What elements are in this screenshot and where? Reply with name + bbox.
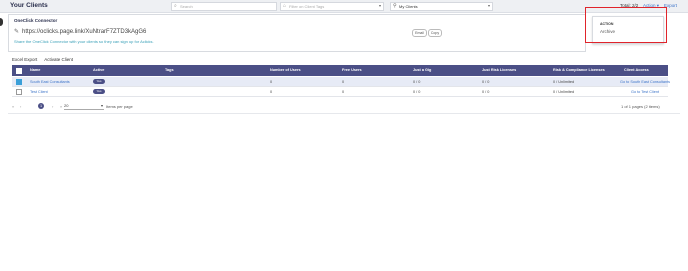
page-info: 1 of 1 pages (2 items) (621, 104, 660, 109)
first-page-icon[interactable]: « (12, 104, 14, 109)
column-header-free-users[interactable]: Free Users (342, 68, 362, 72)
excel-export-button[interactable]: Excel Export (12, 57, 37, 62)
gig-cell: 0 / 0 (413, 89, 421, 94)
active-toggle[interactable]: Yes (93, 78, 105, 84)
table-row[interactable]: Test Client Yes 0 0 0 / 0 0 / 0 0 / Unli… (12, 87, 668, 97)
free-users-cell: 0 (342, 89, 345, 94)
column-header-name[interactable]: Name (30, 68, 40, 72)
prev-page-icon[interactable]: ‹ (20, 104, 21, 109)
email-button[interactable]: Email (412, 29, 427, 37)
next-page-icon[interactable]: › (52, 104, 53, 109)
column-header-access[interactable]: Client Access (624, 68, 649, 72)
connector-link[interactable]: https://oclicks.page.link/XuNtrarF7ZTD3k… (22, 29, 146, 35)
column-header-gig[interactable]: Just a Gig (413, 68, 431, 72)
column-header-tags[interactable]: Tags (165, 68, 174, 72)
per-page-select[interactable]: 20 ▾ (64, 103, 104, 110)
link-icon: ✎ (14, 29, 20, 35)
table-row[interactable]: South East Consultants Yes 0 0 0 / 0 0 /… (12, 77, 670, 87)
page-title: Your Clients (10, 2, 48, 9)
risk-cell: 0 / 0 (482, 89, 490, 94)
active-toggle[interactable]: Yes (93, 88, 105, 94)
chevron-down-icon: ▾ (100, 103, 103, 108)
activate-client-button[interactable]: Activate Client (44, 57, 73, 62)
users-cell: 0 (270, 79, 273, 84)
divider (8, 113, 680, 114)
tag-icon: ⌂ (283, 3, 287, 9)
chevron-down-icon: ▾ (378, 3, 381, 8)
row-checkbox[interactable] (16, 89, 22, 95)
gig-cell: 0 / 0 (413, 79, 421, 84)
per-page-value: 20 (64, 103, 69, 108)
help-tab[interactable] (0, 18, 3, 26)
search-icon: ⌕ (174, 3, 177, 9)
client-access-link[interactable]: Go to South East Consultants (620, 80, 670, 84)
select-all-checkbox[interactable] (16, 68, 22, 74)
tag-filter-select[interactable]: ⌂ Filter on Client Tags ▾ (280, 2, 384, 11)
last-page-icon[interactable]: » (60, 104, 62, 109)
client-name-link[interactable]: Test Client (30, 90, 48, 94)
search-input[interactable]: ⌕ Search (171, 2, 277, 11)
users-cell: 0 (270, 89, 273, 94)
table-header: Name Active Tags Number of Users Free Us… (12, 65, 668, 76)
connector-title: OneClick Connector (14, 18, 58, 23)
connector-description: Share the OneClick Connector with your c… (14, 39, 154, 44)
free-users-cell: 0 (342, 79, 345, 84)
highlight-box (585, 7, 667, 43)
per-page-label: Items per page (106, 104, 133, 109)
column-header-active[interactable]: Active (93, 68, 104, 72)
client-name-link[interactable]: South East Consultants (30, 80, 70, 84)
column-header-users[interactable]: Number of Users (270, 68, 301, 72)
table-toolbar: Excel Export Activate Client (12, 57, 79, 62)
client-access-link[interactable]: Go to Test Client (631, 90, 659, 94)
risk-cell: 0 / 0 (482, 79, 490, 84)
current-page[interactable]: 1 (38, 103, 44, 109)
column-header-risk[interactable]: Just Risk Licenses (482, 68, 516, 72)
row-checkbox[interactable] (16, 79, 22, 85)
search-placeholder: Search (180, 4, 193, 9)
column-header-compliance[interactable]: Risk & Compliance Licenses (553, 68, 605, 72)
copy-button[interactable]: Copy (428, 29, 442, 37)
tag-filter-placeholder: Filter on Client Tags (289, 4, 325, 9)
filter-icon: ⚲ (393, 3, 397, 9)
clients-filter-value: My Clients (399, 4, 418, 9)
chevron-down-icon: ▾ (487, 3, 490, 8)
compliance-cell: 0 / Unlimited (553, 79, 575, 84)
clients-filter-select[interactable]: ⚲ My Clients ▾ (390, 2, 493, 11)
compliance-cell: 0 / Unlimited (553, 89, 575, 94)
